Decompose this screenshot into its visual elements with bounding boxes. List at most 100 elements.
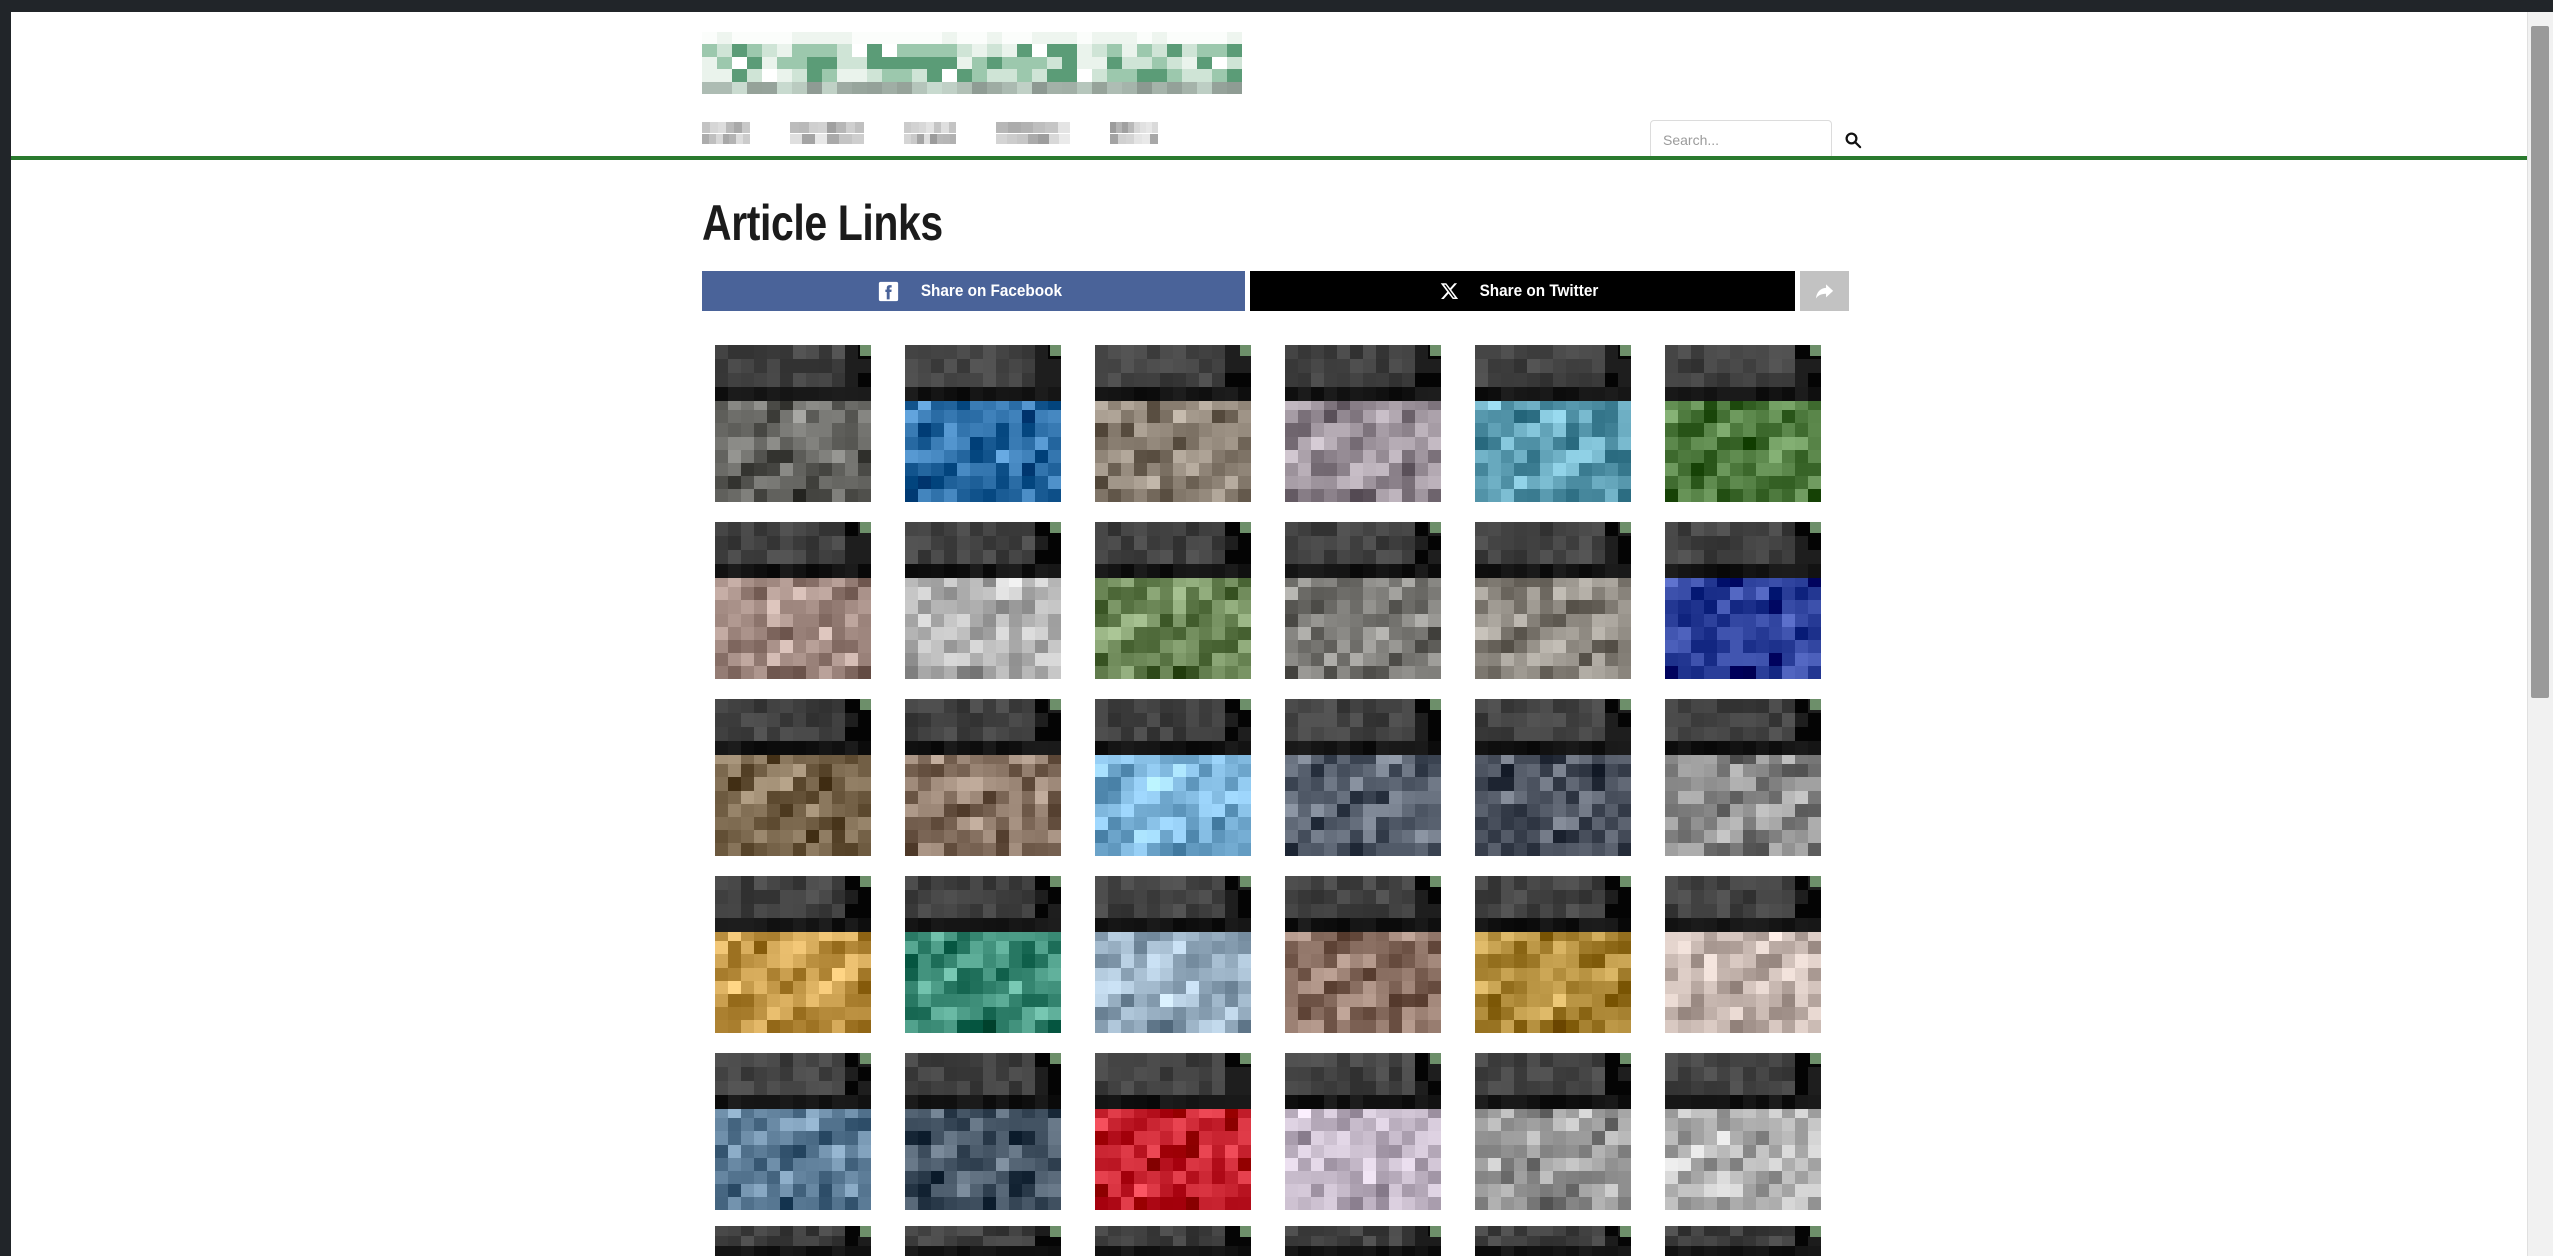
image-pixel (793, 967, 806, 981)
title-pixel (996, 918, 1009, 932)
title-pixel (858, 741, 871, 755)
thumbnail-card[interactable] (1665, 522, 1821, 679)
image-pixel (741, 423, 754, 437)
thumbnail-card[interactable] (1475, 522, 1631, 679)
thumbnail-card[interactable] (1095, 876, 1251, 1033)
image-pixel (1665, 423, 1678, 437)
image-pixel (1095, 626, 1108, 640)
image-pixel (1579, 462, 1592, 476)
thumbnail-card[interactable] (1665, 345, 1821, 502)
search-input[interactable] (1663, 131, 1844, 148)
title-pixel (728, 564, 741, 578)
image-pixel (715, 829, 728, 843)
image-pixel (1134, 816, 1147, 830)
title-pixel (1186, 918, 1199, 932)
title-pixel (1665, 522, 1678, 536)
site-logo[interactable] (702, 32, 1242, 94)
image-pixel (715, 665, 728, 679)
image-pixel (1691, 600, 1704, 614)
title-pixel (1350, 741, 1363, 755)
thumbnail-card[interactable] (715, 876, 871, 1033)
search-box[interactable] (1650, 120, 1862, 159)
thumbnail-card[interactable] (1665, 876, 1821, 1033)
thumbnail-card[interactable] (715, 699, 871, 856)
image-pixel (728, 790, 741, 804)
image-pixel (806, 410, 819, 424)
nav-label-pixel (1126, 133, 1134, 144)
logo-pixel (1092, 69, 1107, 82)
nav-item-0[interactable] (702, 122, 750, 144)
image-pixel (1475, 967, 1488, 981)
thumbnail-card[interactable] (1475, 699, 1631, 856)
image-pixel (1298, 816, 1311, 830)
thumbnail-card[interactable] (1095, 699, 1251, 856)
title-pixel (1186, 373, 1199, 387)
image-pixel (1285, 941, 1298, 955)
thumbnail-card[interactable] (1475, 876, 1631, 1033)
thumbnail-card[interactable] (1475, 345, 1631, 502)
thumbnail-card[interactable] (905, 699, 1061, 856)
thumbnail-card[interactable] (1285, 522, 1441, 679)
title-pixel (1147, 536, 1160, 550)
image-pixel (1579, 436, 1592, 450)
title-pixel (1592, 373, 1605, 387)
image-pixel (1363, 790, 1376, 804)
thumbnail-card[interactable] (1665, 699, 1821, 856)
nav-item-3[interactable] (996, 122, 1070, 144)
image-pixel (1173, 993, 1186, 1007)
image-pixel (1121, 652, 1134, 666)
image-pixel (905, 803, 918, 817)
nav-label-pixel (718, 122, 726, 133)
image-pixel (793, 449, 806, 463)
image-pixel (944, 475, 957, 489)
thumbnail-card[interactable] (1285, 699, 1441, 856)
nav-item-2[interactable] (904, 122, 956, 144)
thumbnail-card[interactable] (905, 876, 1061, 1033)
thumbnail-card[interactable] (715, 522, 871, 679)
image-pixel (1501, 967, 1514, 981)
image-pixel (1389, 652, 1402, 666)
image-pixel (1376, 639, 1389, 653)
logo-pixel (957, 44, 972, 57)
image-pixel (1769, 436, 1782, 450)
search-icon[interactable] (1844, 131, 1862, 149)
image-pixel (1428, 652, 1441, 666)
image-pixel (1363, 816, 1376, 830)
nav-item-4[interactable] (1110, 122, 1158, 144)
image-pixel (1428, 980, 1441, 994)
image-pixel (1488, 652, 1501, 666)
thumbnail-card[interactable] (1285, 345, 1441, 502)
title-pixel (1173, 359, 1186, 373)
image-pixel (1769, 954, 1782, 968)
title-pixel (1665, 904, 1678, 918)
thumbnail-card[interactable] (1285, 876, 1441, 1033)
title-pixel (1566, 890, 1579, 904)
image-pixel (1238, 1019, 1251, 1033)
thumbnail-card[interactable] (1095, 345, 1251, 502)
image-pixel (858, 639, 871, 653)
title-pixel (1415, 373, 1428, 387)
image-pixel (1553, 967, 1566, 981)
image-pixel (931, 626, 944, 640)
thumbnail-card[interactable] (715, 345, 871, 502)
title-pixel (845, 387, 858, 401)
title-pixel (1035, 522, 1048, 536)
thumbnail-card[interactable] (905, 345, 1061, 502)
thumbnail-card[interactable] (1095, 522, 1251, 679)
image-pixel (1415, 1019, 1428, 1033)
share-on-facebook-button[interactable]: Share on Facebook (702, 271, 1245, 311)
nav-item-1[interactable] (790, 122, 864, 144)
title-pixel (1428, 713, 1441, 727)
title-pixel (1605, 741, 1618, 755)
image-pixel (741, 475, 754, 489)
share-more-button[interactable] (1800, 271, 1849, 311)
thumbnail-card[interactable] (715, 1053, 871, 1210)
title-pixel (1579, 918, 1592, 932)
thumbnail-card[interactable] (905, 522, 1061, 679)
share-on-twitter-button[interactable]: Share on Twitter (1250, 271, 1795, 311)
title-pixel (819, 564, 832, 578)
nav-item-0-label (702, 122, 750, 133)
image-pixel (1527, 790, 1540, 804)
image-pixel (1121, 475, 1134, 489)
image-pixel (793, 790, 806, 804)
